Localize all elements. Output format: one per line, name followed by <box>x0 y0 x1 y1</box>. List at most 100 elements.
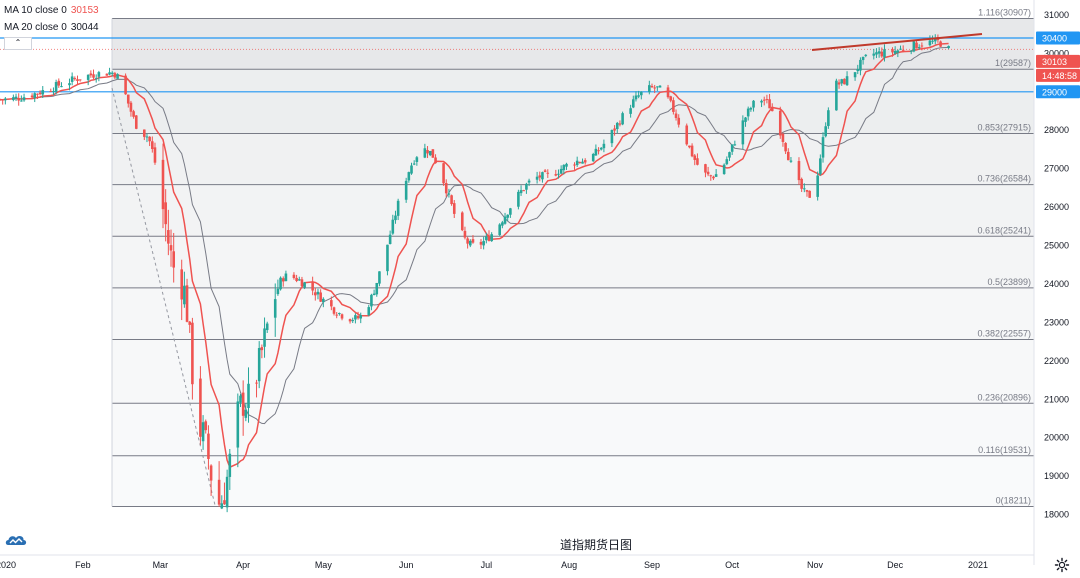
candle-body <box>546 172 550 174</box>
candle-body <box>891 49 894 53</box>
candle-body <box>351 320 355 322</box>
resistance-price-label: 30400 <box>1036 31 1080 45</box>
candle-body <box>180 269 184 300</box>
candle-body <box>637 95 640 97</box>
candle-body <box>917 47 921 49</box>
candle-body <box>594 148 598 156</box>
price-tick-label: 26000 <box>1044 202 1069 212</box>
candle-body <box>939 41 942 47</box>
candle-body <box>335 314 338 316</box>
candle-body <box>725 159 729 165</box>
candle-body <box>0 99 2 101</box>
candle-body <box>412 163 416 165</box>
fib-level-label: 0.116(19531) <box>978 445 1031 455</box>
candle-body <box>714 174 718 177</box>
candle-body <box>554 174 558 176</box>
candle-body <box>30 95 34 98</box>
candle-body <box>912 41 916 52</box>
candle-body <box>674 113 678 118</box>
legend-collapse-button[interactable]: ⌃ <box>4 37 32 50</box>
candle-body <box>391 219 395 234</box>
candle-body <box>899 48 902 50</box>
candle-body <box>517 191 520 207</box>
candle-body <box>332 307 336 314</box>
candle-body <box>471 239 475 243</box>
candle-body <box>54 82 58 92</box>
candle-body <box>859 59 862 71</box>
candle-body <box>303 282 306 288</box>
candle-body <box>279 277 282 290</box>
candle-body <box>656 86 659 88</box>
last-price-label: 30103 <box>1036 54 1080 68</box>
ma10-legend[interactable]: MA 10 close 0 30153 <box>4 2 99 19</box>
candle-body <box>78 79 82 81</box>
price-tick-label: 25000 <box>1044 241 1069 251</box>
candle-body <box>797 161 801 181</box>
candle-body <box>354 315 357 320</box>
candle-body <box>89 73 93 76</box>
candlestick-chart[interactable]: 1.116(30907) 1(29587) 0.853(27915) 0.736(26… <box>0 0 1080 575</box>
time-tick-label: 2020 <box>0 560 16 570</box>
time-tick-label: Apr <box>236 560 250 570</box>
candle-body <box>134 115 138 129</box>
candle-body <box>762 99 766 101</box>
candle-body <box>746 108 750 117</box>
fib-zone <box>112 18 1034 70</box>
candle-body <box>153 147 157 163</box>
candle-body <box>295 277 298 282</box>
candle-body <box>217 479 221 505</box>
candle-body <box>784 142 787 152</box>
candle-body <box>49 91 53 93</box>
candle-body <box>803 188 806 190</box>
candle-body <box>191 322 194 385</box>
candle-body <box>631 99 635 108</box>
candle-body <box>239 395 242 403</box>
candle-body <box>145 136 149 138</box>
candle-body <box>778 110 782 136</box>
candle-body <box>650 85 654 88</box>
candle-body <box>97 72 101 77</box>
candle-body <box>108 72 111 75</box>
support-price-label-text: 29000 <box>1042 87 1067 97</box>
candle-body <box>228 453 232 477</box>
candle-body <box>928 40 932 46</box>
candle-body <box>741 120 745 145</box>
ma20-legend[interactable]: MA 20 close 0 30044 <box>4 19 99 36</box>
candle-body <box>110 72 114 74</box>
candle-body <box>485 236 488 241</box>
fib-zone <box>112 133 1034 185</box>
candle-body <box>915 42 918 49</box>
time-tick-label: Mar <box>153 560 169 570</box>
candle-body <box>33 93 37 98</box>
candle-body <box>330 300 333 307</box>
tradingview-logo[interactable] <box>4 530 28 550</box>
resistance-price-label-text: 30400 <box>1042 34 1067 44</box>
candle-body <box>562 164 566 171</box>
candle-body <box>709 175 713 177</box>
candle-body <box>450 195 453 205</box>
candle-body <box>265 323 269 331</box>
candle-body <box>188 321 192 325</box>
candle-body <box>359 315 363 319</box>
candle-body <box>220 503 224 509</box>
candle-body <box>875 52 878 55</box>
candle-body <box>241 392 245 416</box>
candle-body <box>578 162 582 164</box>
candle-body <box>805 190 809 192</box>
candle-body <box>273 299 277 318</box>
candle-body <box>223 500 226 505</box>
fib-zone <box>112 184 1034 237</box>
candle-body <box>129 102 133 112</box>
candle-body <box>824 126 827 137</box>
time-tick-label: 2021 <box>968 560 988 570</box>
candle-body <box>543 170 547 172</box>
candle-body <box>853 72 857 78</box>
chart-settings-button[interactable] <box>1054 557 1070 573</box>
candle-body <box>527 180 531 183</box>
candle-body <box>909 50 913 52</box>
candle-body <box>73 78 77 80</box>
candle-body <box>947 46 950 49</box>
candle-body <box>506 214 510 218</box>
candle-body <box>22 97 26 101</box>
candle-body <box>276 288 280 295</box>
